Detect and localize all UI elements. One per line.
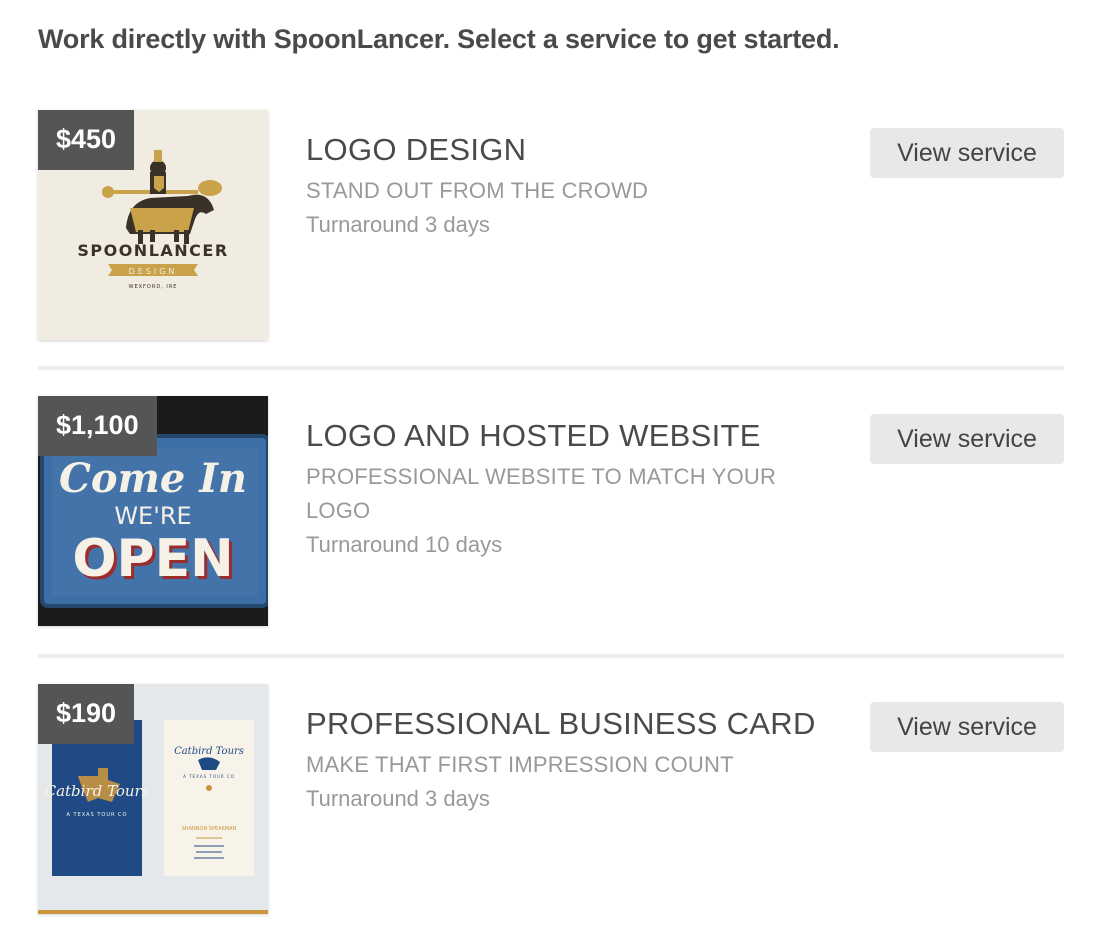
price-badge: $1,100 [38,396,157,456]
service-info: PROFESSIONAL BUSINESS CARD MAKE THAT FIR… [306,702,815,816]
service-title: LOGO DESIGN [306,132,527,167]
service-title: LOGO AND HOSTED WEBSITE [306,418,761,453]
page-heading: Work directly with SpoonLancer. Select a… [38,24,840,54]
service-thumbnail[interactable]: $190 Catbird Tours A TEXAS TOUR CO Catbi… [38,684,268,914]
svg-text:SHANNON SPEAKMAN: SHANNON SPEAKMAN [182,826,237,832]
service-turnaround: Turnaround 3 days [306,212,490,237]
service-thumbnail[interactable]: $1,100 Come In WE'RE OPEN OPEN [38,396,268,626]
service-card-logo-and-website: $1,100 Come In WE'RE OPEN OPEN LOGO AND … [38,396,1064,626]
sign-line-2: WE'RE [114,502,191,530]
service-info: LOGO DESIGN STAND OUT FROM THE CROWD Tur… [306,128,806,242]
divider [38,366,1064,370]
service-card-business-card: $190 Catbird Tours A TEXAS TOUR CO Catbi… [38,684,1064,914]
divider [38,654,1064,658]
sign-line-3: OPEN [72,529,233,589]
service-card-logo-design: $450 SPOONLANCER DESIGN WEXFORD, IRE LOG… [38,110,1064,340]
service-turnaround: Turnaround 3 days [306,786,490,811]
svg-text:A TEXAS TOUR CO: A TEXAS TOUR CO [183,774,235,779]
view-service-button[interactable]: View service [870,702,1064,752]
svg-text:DESIGN: DESIGN [129,267,178,276]
price-badge: $190 [38,684,135,744]
view-service-button[interactable]: View service [870,128,1064,178]
brand-text: SPOONLANCER [77,241,228,260]
svg-text:A TEXAS TOUR CO: A TEXAS TOUR CO [67,812,128,818]
service-tagline: STAND OUT FROM THE CROWD [306,178,649,203]
sign-line-1: Come In [59,455,247,502]
service-title: PROFESSIONAL BUSINESS CARD [306,706,816,741]
svg-text:Catbird Tours: Catbird Tours [174,746,244,757]
card-brand-text: Catbird Tours [45,782,150,800]
service-info: LOGO AND HOSTED WEBSITE PROFESSIONAL WEB… [306,414,806,562]
svg-text:WEXFORD, IRE: WEXFORD, IRE [129,284,178,290]
service-thumbnail[interactable]: $450 SPOONLANCER DESIGN WEXFORD, IRE [38,110,268,340]
service-tagline: MAKE THAT FIRST IMPRESSION COUNT [306,752,734,777]
service-tagline: PROFESSIONAL WEBSITE TO MATCH YOUR LOGO [306,464,777,523]
service-turnaround: Turnaround 10 days [306,532,503,557]
price-badge: $450 [38,110,135,170]
view-service-button[interactable]: View service [870,414,1064,464]
